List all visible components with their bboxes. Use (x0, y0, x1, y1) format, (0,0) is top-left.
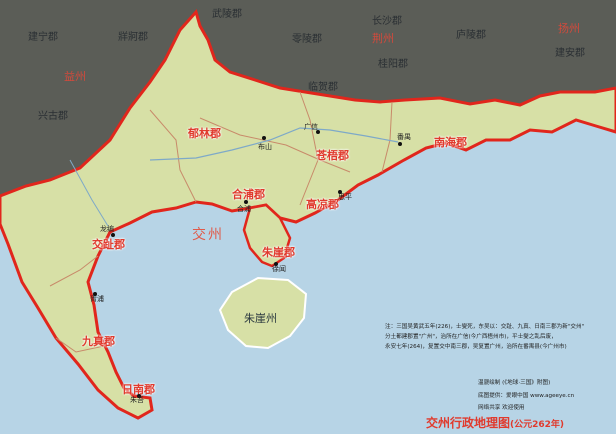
city-label-bushan: 布山 (258, 143, 272, 151)
map-canvas (0, 0, 616, 434)
city-label-panyu: 番禺 (397, 133, 411, 141)
region-label-jianning: 建宁郡 (28, 32, 58, 43)
region-label-changsha: 长沙郡 (372, 16, 402, 27)
note-line: 注：三国吴黄武五年(226)，士燮死，东吴以：交趾、九真、日南三郡为新"交州" (385, 324, 585, 330)
region-label-lingling: 零陵郡 (292, 34, 322, 45)
region-label-jingzhou: 荆州 (372, 32, 394, 45)
city-label-zhuwu: 朱吾 (130, 396, 144, 404)
city-marker (262, 136, 266, 140)
commandery-label-jiaozhi: 交趾郡 (92, 238, 125, 251)
city-label-guangxin: 广信 (304, 123, 318, 131)
sea-label: 交州 (192, 227, 224, 243)
commandery-label-zhuya: 朱崖郡 (262, 246, 295, 259)
region-label-xinggu: 兴古郡 (38, 111, 68, 122)
note-line: 分土都建郡置"广州"，治所在广信(今广西梧州市)，平士燮之乱后废， (385, 334, 557, 340)
region-label-jianan: 建安郡 (555, 48, 585, 59)
region-label-guiyang: 桂阳郡 (378, 59, 408, 70)
credit-line: 网络共享 欢迎使用 (478, 405, 525, 411)
credit-line: 温骁绘制 (《地球·三国》附图) (478, 380, 551, 386)
commandery-label-yulin: 郁林郡 (188, 127, 221, 140)
commandery-label-cangwu: 苍梧郡 (316, 149, 349, 162)
region-label-luling: 庐陵郡 (456, 30, 486, 41)
city-label-xupu: 胥浦 (90, 295, 104, 303)
map-credits: 温骁绘制 (《地球·三国》附图) 底图提供：爱眼中国 www.ageeye.cn… (478, 377, 574, 415)
region-label-wuling: 武陵郡 (212, 9, 242, 20)
map-notes: 注：三国吴黄武五年(226)，士燮死，东吴以：交趾、九真、日南三郡为新"交州" … (385, 322, 616, 352)
credit-line: 底图提供：爱眼中国 www.ageeye.cn (478, 392, 575, 399)
map-title: 交州行政地理图(公元262年) (426, 414, 564, 431)
commandery-label-nanhai: 南海郡 (434, 136, 467, 149)
city-label-hepu: 合浦 (237, 205, 251, 213)
island-label: 朱崖州 (244, 312, 277, 325)
region-label-zangke: 牂牁郡 (118, 32, 148, 43)
map-title-year: (公元262年) (510, 420, 565, 430)
note-line: 永安七年(264)，复置交中南三郡，吴复置广州，治所在番禺县(今广州市) (385, 344, 567, 350)
region-label-linhe: 临贺郡 (308, 82, 338, 93)
region-label-yangzhou: 扬州 (558, 22, 580, 35)
city-label-siping: 思平 (338, 193, 352, 201)
commandery-label-gaoliang: 高凉郡 (306, 198, 339, 211)
city-label-longbian: 龙编 (100, 225, 114, 233)
region-label-yizhou: 益州 (64, 70, 86, 83)
commandery-label-jiuzhen: 九真郡 (82, 335, 115, 348)
city-label-xuwen: 徐闻 (272, 265, 286, 273)
map-title-text: 交州行政地理图 (426, 416, 511, 430)
commandery-label-hepu: 合浦郡 (232, 188, 265, 201)
city-marker (398, 142, 402, 146)
